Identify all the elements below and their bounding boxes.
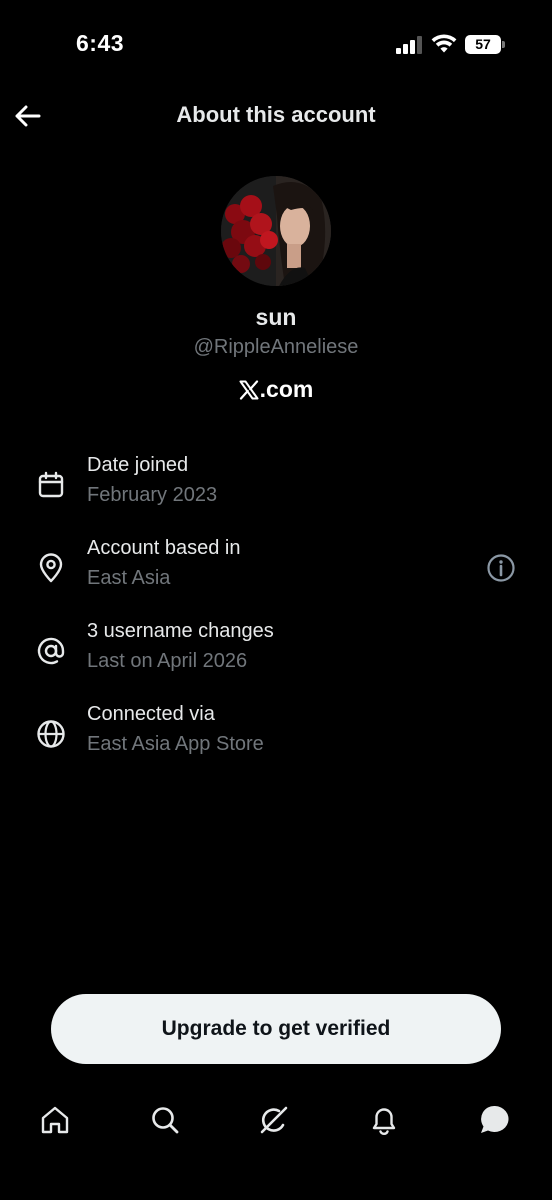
battery-indicator: 57 (465, 35, 505, 54)
date-joined-row: Date joined February 2023 (0, 454, 552, 524)
location-pin-icon (34, 551, 68, 585)
connected-via-label: Connected via (87, 703, 215, 725)
connected-via-value: East Asia App Store (87, 733, 264, 755)
user-handle: @RippleAnneliese (193, 336, 359, 358)
site-link[interactable]: .com (0, 376, 552, 403)
wifi-icon (431, 34, 457, 53)
info-button[interactable] (484, 551, 518, 585)
home-icon (41, 1106, 69, 1134)
search-icon (152, 1107, 179, 1134)
nav-home[interactable] (35, 1100, 75, 1140)
connected-via-row: Connected via East Asia App Store (0, 703, 552, 773)
nav-search[interactable] (145, 1100, 185, 1140)
username-changes-label: 3 username changes (87, 620, 274, 642)
username-changes-value: Last on April 2026 (87, 650, 248, 672)
date-joined-value: February 2023 (87, 484, 218, 506)
avatar-image (221, 176, 331, 286)
x-logo-icon (239, 379, 259, 400)
username-changes-row: 3 username changes Last on April 2026 (0, 620, 552, 690)
avatar (221, 176, 331, 286)
nav-notifications[interactable] (364, 1100, 404, 1140)
battery-level: 57 (475, 36, 491, 52)
at-sign-icon (34, 634, 68, 668)
site-domain: .com (259, 376, 314, 402)
notifications-icon (372, 1108, 396, 1135)
info-circle-icon (487, 554, 515, 582)
grok-icon (260, 1106, 288, 1134)
account-based-row: Account based in East Asia (0, 537, 552, 607)
status-time: 6:43 (76, 30, 125, 56)
calendar-icon (34, 468, 68, 502)
globe-icon (34, 717, 68, 751)
account-based-label: Account based in (87, 537, 241, 559)
messages-icon (481, 1105, 509, 1133)
signal-icon (396, 36, 422, 54)
header: About this account (0, 90, 552, 142)
nav-messages[interactable] (475, 1100, 515, 1140)
battery-tip (502, 41, 505, 48)
bottom-nav (0, 1090, 552, 1150)
status-bar: 6:43 57 (0, 0, 552, 90)
display-name: sun (255, 304, 297, 330)
date-joined-label: Date joined (87, 454, 189, 476)
page-title: About this account (176, 102, 376, 127)
nav-grok[interactable] (254, 1100, 294, 1140)
upgrade-verified-button[interactable]: Upgrade to get verified (51, 994, 501, 1064)
account-based-value: East Asia (87, 567, 171, 589)
